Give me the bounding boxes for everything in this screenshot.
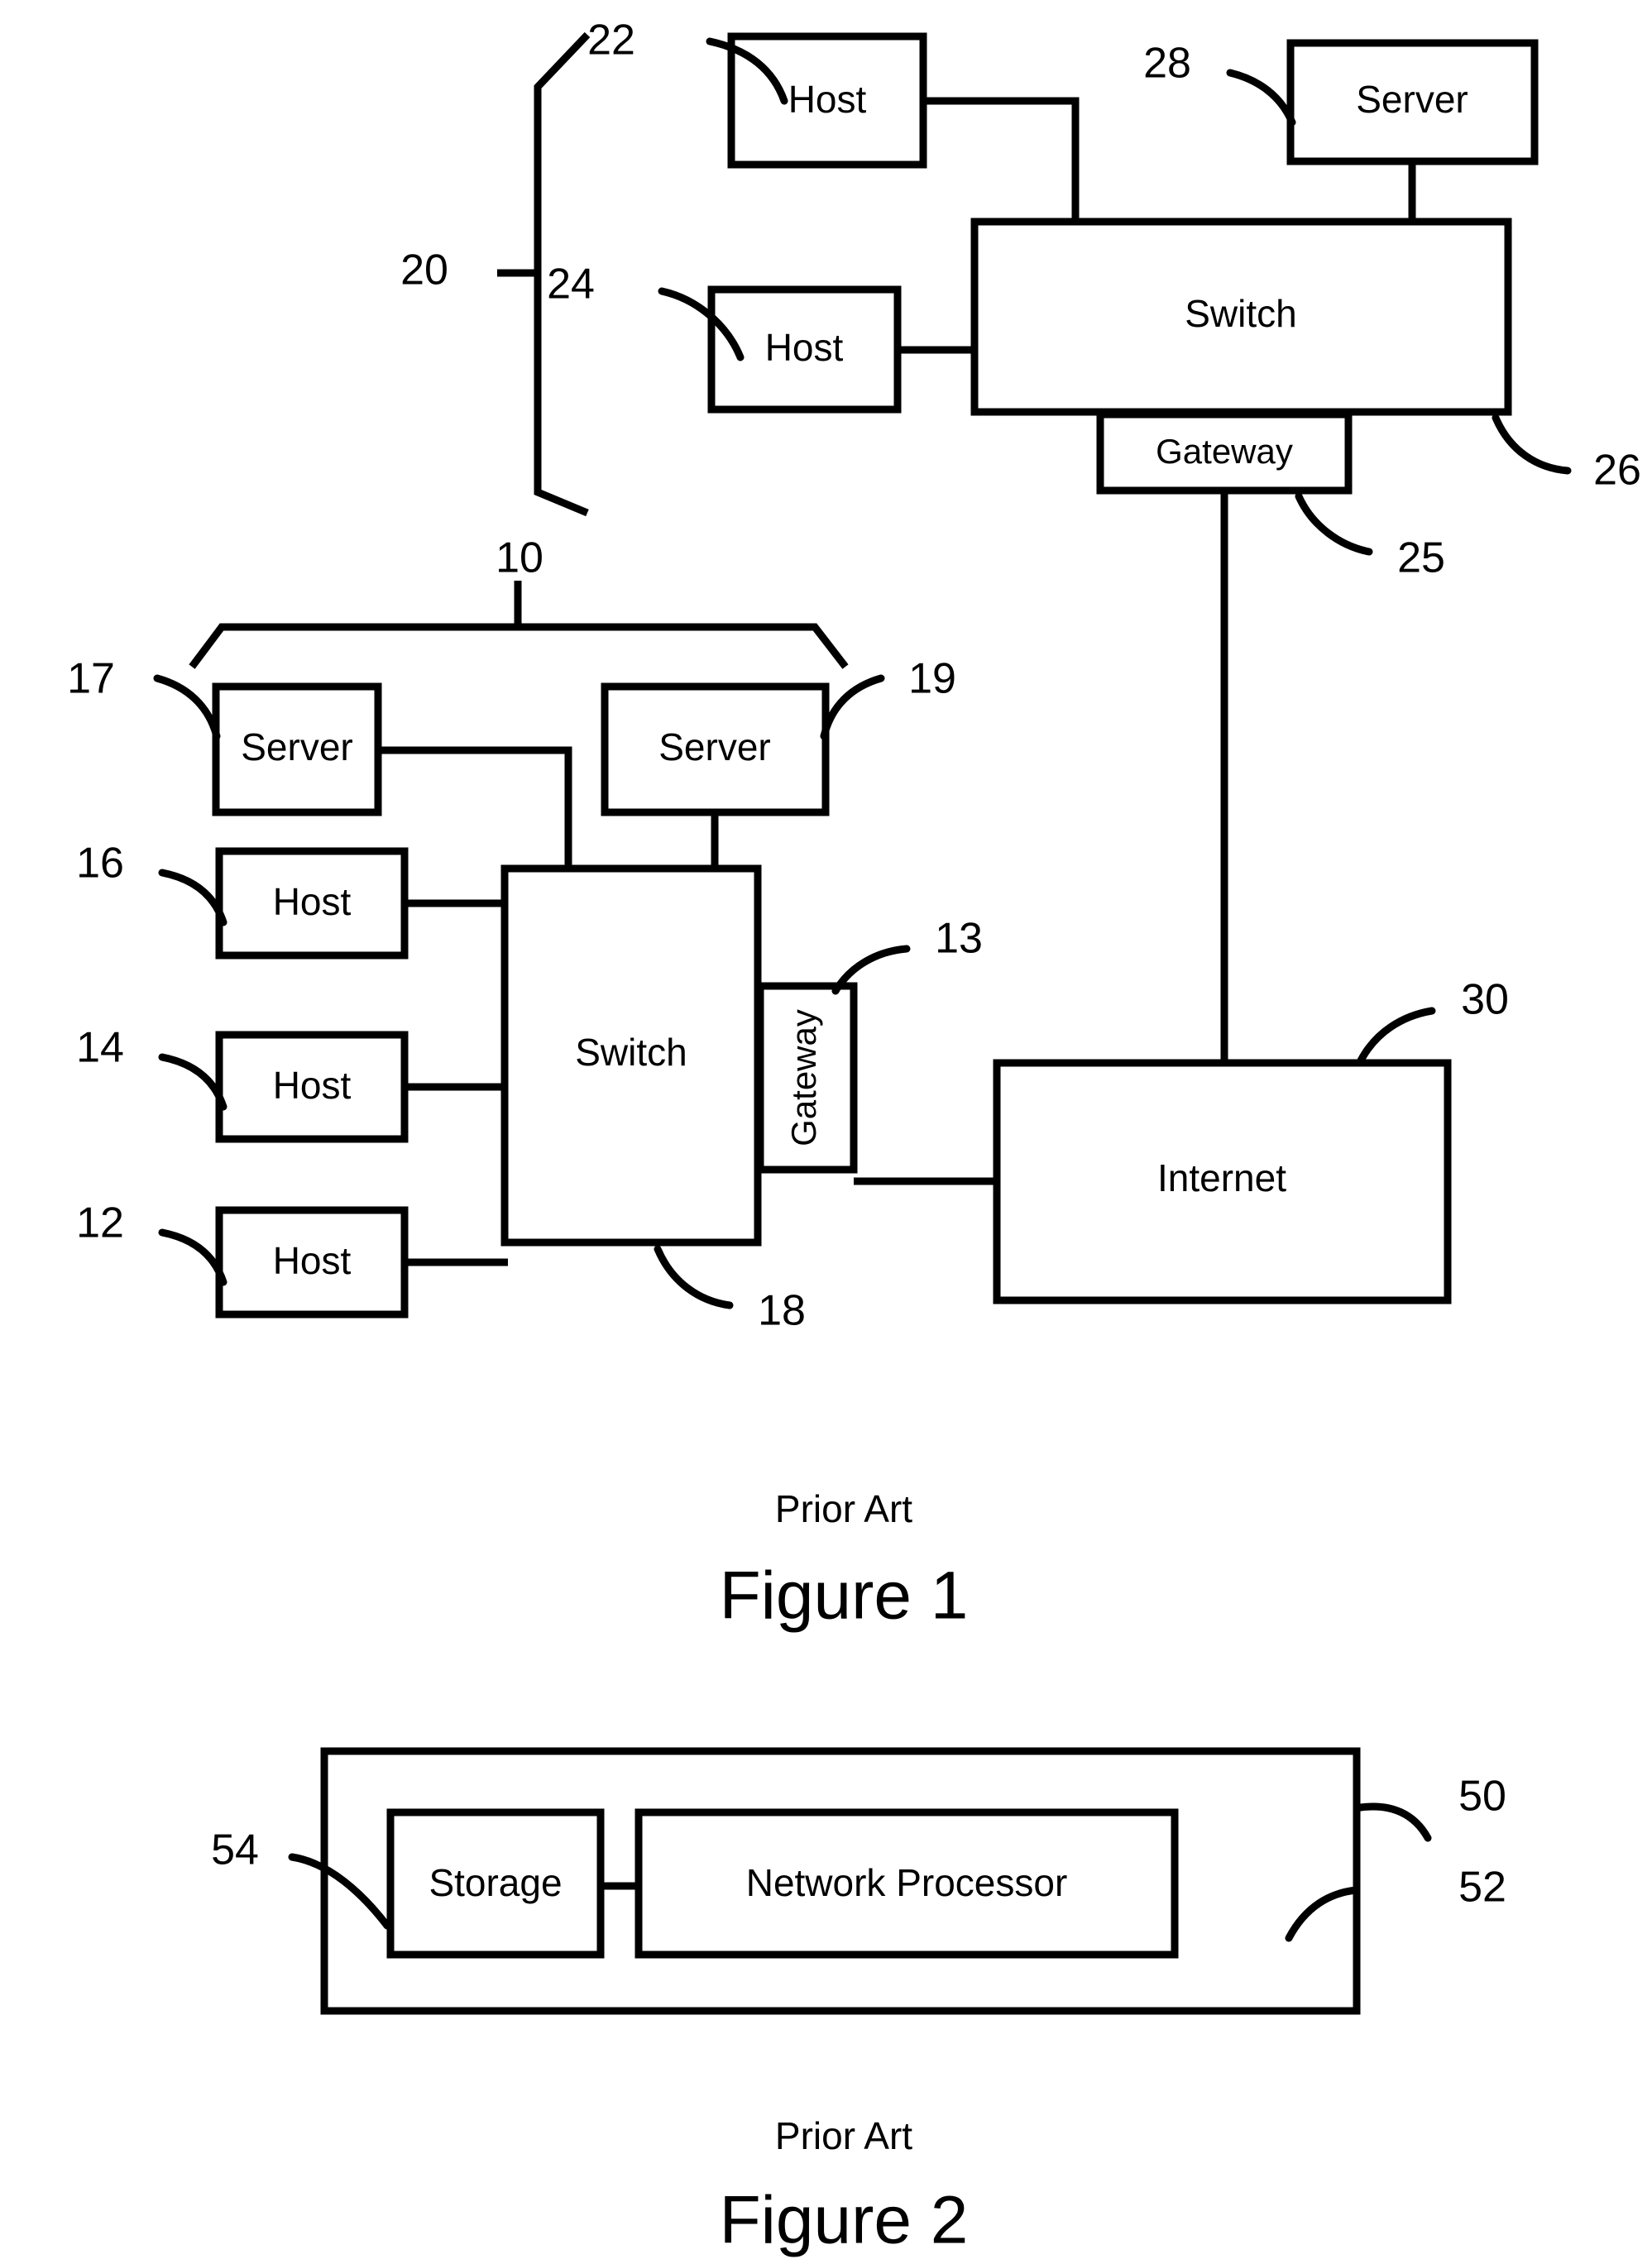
wire-host22-to-switch26 <box>923 97 1080 225</box>
leader-line-19 <box>820 674 885 740</box>
node-label-gateway-25: Gateway <box>1156 432 1293 471</box>
node-label-storage: Storage <box>429 1861 562 1904</box>
figure-caption-2: Figure 2 <box>720 2183 969 2258</box>
reference-numeral-22: 22 <box>587 17 635 65</box>
reference-numeral-25: 25 <box>1397 534 1445 582</box>
leader-line-28 <box>1226 69 1296 127</box>
reference-numeral-16: 16 <box>76 840 124 888</box>
reference-numeral-50: 50 <box>1458 1773 1506 1821</box>
leader-line-50 <box>1357 1802 1432 1842</box>
node-label-switch-18: Switch <box>575 1031 687 1074</box>
reference-numeral-10: 10 <box>496 534 543 582</box>
reference-numeral-19: 19 <box>908 655 956 703</box>
reference-numeral-14: 14 <box>76 1024 124 1072</box>
reference-numeral-20: 20 <box>400 247 448 294</box>
node-label-host-14: Host <box>273 1064 352 1107</box>
leader-line-18 <box>654 1245 734 1309</box>
node-label-host-16: Host <box>273 880 352 923</box>
reference-numeral-52: 52 <box>1458 1864 1506 1912</box>
figure-caption-1: Figure 1 <box>720 1558 969 1634</box>
reference-numeral-12: 12 <box>76 1199 124 1247</box>
leader-line-14 <box>158 1053 227 1111</box>
leader-line-26 <box>1492 414 1572 475</box>
leader-line-25 <box>1295 492 1373 556</box>
drawing-canvas: 20 Host 22 Host 24 Server 28 Switch 26 G… <box>67 17 1641 2258</box>
leader-line-12 <box>158 1228 227 1286</box>
node-label-host-22: Host <box>788 78 867 121</box>
reference-numeral-54: 54 <box>211 1826 259 1874</box>
leader-line-16 <box>158 869 227 926</box>
node-label-switch-26: Switch <box>1185 292 1296 335</box>
prior-art-label-figure-1: Prior Art <box>775 1487 912 1530</box>
node-label-internet-30: Internet <box>1157 1156 1286 1199</box>
leader-line-30 <box>1357 1007 1436 1065</box>
node-label-host-12: Host <box>273 1239 352 1282</box>
reference-numeral-18: 18 <box>758 1287 806 1335</box>
patent-drawing-sheet: 20 Host 22 Host 24 Server 28 Switch 26 G… <box>0 0 1652 2264</box>
reference-numeral-26: 26 <box>1593 447 1641 495</box>
prior-art-label-figure-2: Prior Art <box>775 2114 912 2157</box>
node-label-host-24: Host <box>765 326 844 369</box>
figure-2: 50 Storage 54 Network Processor 52 Prior… <box>211 1747 1506 2258</box>
reference-numeral-30: 30 <box>1461 976 1509 1024</box>
reference-numeral-17: 17 <box>67 655 115 703</box>
leader-line-17 <box>153 674 221 740</box>
reference-numeral-13: 13 <box>935 915 983 963</box>
group-bracket-10 <box>189 581 849 669</box>
node-label-gateway-13: Gateway <box>784 1009 823 1146</box>
reference-numeral-28: 28 <box>1143 40 1191 88</box>
node-label-server-17: Server <box>241 725 352 768</box>
node-label-server-28: Server <box>1356 78 1468 121</box>
figure-1: 20 Host 22 Host 24 Server 28 Switch 26 G… <box>67 17 1641 1634</box>
node-label-server-19: Server <box>658 725 770 768</box>
node-label-network-processor: Network Processor <box>746 1861 1068 1904</box>
reference-numeral-24: 24 <box>547 261 595 309</box>
